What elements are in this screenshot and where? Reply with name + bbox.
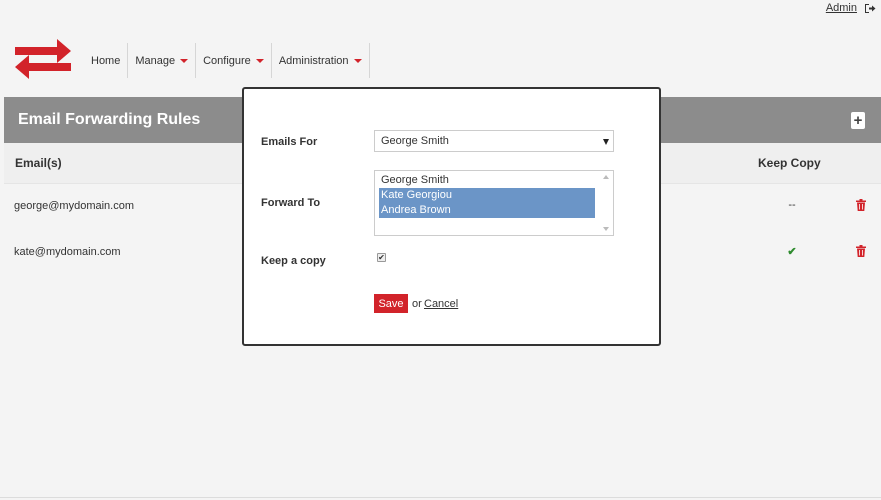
- dropdown-arrow-icon: [603, 139, 609, 145]
- plus-icon: +: [853, 112, 863, 129]
- page-bottom-divider: [0, 497, 881, 498]
- scroll-up-arrow-icon[interactable]: [603, 175, 609, 179]
- add-rule-button[interactable]: +: [851, 112, 865, 129]
- nav-item-configure[interactable]: Configure: [196, 43, 272, 78]
- or-text: or: [412, 298, 422, 310]
- forwarding-rule-dialog: Emails For George Smith Forward To Georg…: [242, 87, 661, 346]
- logout-icon[interactable]: [864, 3, 876, 14]
- nav-label: Configure: [203, 54, 251, 67]
- nav-label: Home: [91, 54, 121, 67]
- forward-to-option-selected[interactable]: Andrea Brown: [379, 203, 595, 218]
- nav-item-home[interactable]: Home: [84, 43, 129, 78]
- caret-down-icon: [180, 59, 189, 63]
- nav-label: Manage: [135, 54, 176, 67]
- nav-label: Administration: [278, 54, 349, 67]
- checkmark-icon: ✔: [787, 246, 797, 258]
- row-email: kate@mydomain.com: [14, 246, 121, 258]
- keep-copy-checkbox[interactable]: ✔: [377, 253, 386, 262]
- top-bar: Admin: [0, 0, 881, 18]
- checkmark-icon: ✔: [378, 252, 385, 262]
- save-button[interactable]: Save: [374, 294, 408, 313]
- cancel-link[interactable]: Cancel: [424, 298, 458, 310]
- nav-item-manage[interactable]: Manage: [128, 43, 197, 78]
- forward-to-option-selected[interactable]: Kate Georgiou: [379, 188, 595, 203]
- trash-icon[interactable]: [856, 199, 866, 211]
- emails-for-value: George Smith: [381, 135, 449, 147]
- row-email: george@mydomain.com: [14, 200, 134, 212]
- forward-to-option[interactable]: George Smith: [379, 173, 595, 188]
- caret-down-icon: [255, 59, 264, 63]
- row-keep-copy: --: [788, 199, 796, 211]
- keep-copy-label: Keep a copy: [261, 255, 326, 267]
- forward-to-listbox[interactable]: George Smith Kate Georgiou Andrea Brown: [374, 170, 614, 236]
- column-header-emails: Email(s): [15, 156, 62, 170]
- swap-arrows-logo[interactable]: [13, 37, 73, 81]
- forward-to-label: Forward To: [261, 197, 321, 209]
- caret-down-icon: [353, 59, 362, 63]
- emails-for-label: Emails For: [261, 136, 318, 148]
- nav-item-administration[interactable]: Administration: [272, 43, 370, 78]
- trash-icon[interactable]: [856, 245, 866, 257]
- emails-for-select[interactable]: George Smith: [374, 130, 614, 152]
- admin-user-link[interactable]: Admin: [826, 2, 857, 14]
- main-nav: Home Manage Configure Administration: [84, 43, 370, 78]
- column-header-keep-copy: Keep Copy: [758, 156, 821, 170]
- page-title: Email Forwarding Rules: [18, 111, 201, 128]
- scroll-down-arrow-icon[interactable]: [603, 227, 609, 231]
